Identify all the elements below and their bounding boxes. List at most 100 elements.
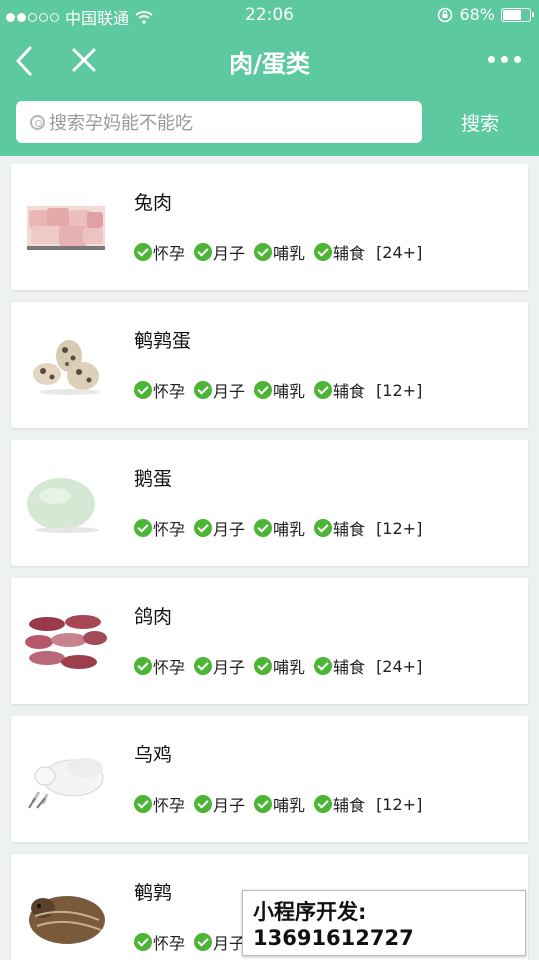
battery-icon (501, 7, 534, 22)
check-icon (134, 657, 152, 675)
suitability-tag-label: 哺乳 (273, 520, 306, 539)
suitability-tag-label: 月子 (213, 796, 246, 815)
search-input[interactable]: 搜索孕妈能不能吃 (16, 101, 422, 143)
suitability-tag-label: 月子 (213, 520, 246, 539)
suitability-tags: 怀孕 月子 哺乳 辅食 [12+] (134, 792, 422, 816)
suitability-tag: 月子 (194, 516, 245, 540)
age-range: [12+] (376, 518, 423, 538)
suitability-tag-label: 哺乳 (273, 244, 306, 263)
food-item-name: 兔肉 (134, 192, 173, 214)
suitability-tag-label: 辅食 (333, 520, 366, 539)
suitability-tag: 怀孕 (134, 792, 185, 816)
food-item-card[interactable]: 兔肉怀孕 月子 哺乳 辅食 [24+] (11, 164, 528, 290)
pigeon-meat-photo (25, 615, 107, 669)
suitability-tag: 辅食 (314, 516, 365, 540)
suitability-tag: 哺乳 (254, 378, 305, 402)
check-icon (314, 795, 333, 813)
check-icon (134, 519, 152, 537)
suitability-tag: 月子 (194, 654, 245, 678)
age-range: [24+] (376, 656, 423, 676)
suitability-tags: 怀孕 月子 哺乳 辅食 [12+] (134, 516, 422, 540)
battery-percent: 68% (459, 5, 495, 24)
search-placeholder: 搜索孕妈能不能吃 (49, 113, 193, 134)
check-icon (254, 795, 273, 813)
status-bar: 中国联通 22:06 68% (0, 0, 539, 30)
suitability-tag: 哺乳 (254, 516, 305, 540)
rabbit-meat-photo (27, 206, 105, 250)
suitability-tag-label: 怀孕 (153, 520, 186, 539)
quail-bird-photo (29, 896, 105, 944)
check-icon (254, 381, 273, 399)
suitability-tag-label: 辅食 (333, 244, 366, 263)
suitability-tag: 辅食 (314, 792, 365, 816)
rotation-lock-icon (438, 7, 453, 22)
suitability-tag: 怀孕 (134, 240, 185, 264)
check-icon (134, 933, 152, 951)
suitability-tag-label: 怀孕 (153, 934, 186, 953)
check-icon (314, 381, 333, 399)
check-icon (194, 657, 213, 675)
suitability-tags: 怀孕 月子 哺乳 辅食 [24+] (134, 654, 422, 678)
suitability-tag: 辅食 (314, 654, 365, 678)
age-range: [12+] (376, 794, 423, 814)
suitability-tag: 月子 (194, 792, 245, 816)
food-item-name: 乌鸡 (134, 744, 173, 766)
suitability-tag-label: 哺乳 (273, 658, 306, 677)
suitability-tag-label: 哺乳 (273, 796, 306, 815)
suitability-tag-label: 辅食 (333, 658, 366, 677)
suitability-tag: 怀孕 (134, 654, 185, 678)
suitability-tag-label: 月子 (213, 658, 246, 677)
quail-eggs-photo (33, 340, 99, 395)
suitability-tag-label: 怀孕 (153, 382, 186, 401)
age-range: [24+] (376, 242, 423, 262)
suitability-tag-label: 辅食 (333, 796, 366, 815)
food-item-card[interactable]: 乌鸡怀孕 月子 哺乳 辅食 [12+] (11, 716, 528, 842)
check-icon (134, 795, 152, 813)
check-icon (194, 243, 213, 261)
food-item-name: 鸽肉 (134, 606, 173, 628)
suitability-tag-label: 月子 (213, 244, 246, 263)
check-icon (314, 657, 333, 675)
suitability-tag: 辅食 (314, 240, 365, 264)
suitability-tag-label: 月子 (213, 382, 246, 401)
food-item-card[interactable]: 鹅蛋 怀孕 月子 哺乳 辅食 [12+] (11, 440, 528, 566)
suitability-tag-label: 怀孕 (153, 244, 186, 263)
suitability-tag: 哺乳 (254, 792, 305, 816)
check-icon (194, 519, 213, 537)
check-icon (254, 243, 273, 261)
check-icon (194, 381, 213, 399)
silkie-chicken-photo (28, 758, 104, 809)
check-icon (314, 519, 333, 537)
suitability-tag-label: 怀孕 (153, 796, 186, 815)
suitability-tag: 辅食 (314, 378, 365, 402)
check-icon (314, 243, 333, 261)
search-icon (30, 114, 45, 130)
check-icon (134, 243, 152, 261)
suitability-tag-label: 辅食 (333, 382, 366, 401)
food-item-card[interactable]: 鹌鹑蛋怀孕 月子 哺乳 辅食 [12+] (11, 302, 528, 428)
suitability-tag: 哺乳 (254, 240, 305, 264)
check-icon (194, 795, 213, 813)
suitability-tag: 哺乳 (254, 654, 305, 678)
suitability-tag-label: 月子 (213, 934, 246, 953)
food-item-name: 鹌鹑蛋 (134, 330, 192, 352)
search-button[interactable]: 搜索 (440, 109, 520, 136)
suitability-tag-label: 哺乳 (273, 382, 306, 401)
food-item-name: 鹌鹑 (134, 882, 173, 904)
suitability-tag: 月子 (194, 930, 245, 954)
suitability-tag: 月子 (194, 240, 245, 264)
food-item-card[interactable]: 鸽肉怀孕 月子 哺乳 辅食 [24+] (11, 578, 528, 704)
suitability-tag: 怀孕 (134, 378, 185, 402)
developer-watermark: 小程序开发: 13691612727 (242, 890, 526, 956)
search-bar: 搜索孕妈能不能吃 搜索 (0, 92, 539, 156)
suitability-tag: 怀孕 (134, 930, 185, 954)
suitability-tag: 月子 (194, 378, 245, 402)
goose-egg-photo (27, 478, 99, 533)
page-title: 肉/蛋类 (229, 50, 310, 78)
more-options-icon[interactable] (488, 56, 521, 63)
check-icon (254, 519, 273, 537)
age-range: [12+] (376, 380, 423, 400)
check-icon (134, 381, 152, 399)
check-icon (254, 657, 273, 675)
check-icon (194, 933, 213, 951)
